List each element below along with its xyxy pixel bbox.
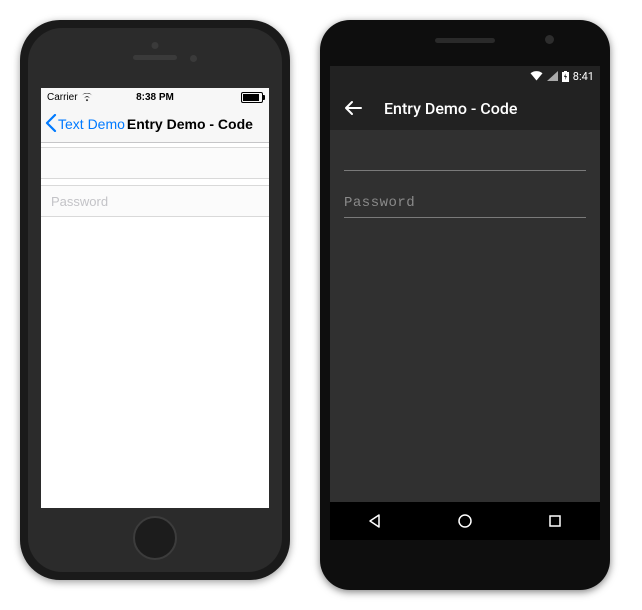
back-button[interactable] bbox=[344, 99, 362, 117]
chevron-left-icon bbox=[45, 114, 57, 135]
text-entry-input[interactable] bbox=[49, 155, 261, 172]
page-title: Entry Demo - Code bbox=[127, 116, 253, 132]
ios-nav-bar: Text Demo Entry Demo - Code bbox=[41, 106, 269, 143]
nav-back-button[interactable] bbox=[366, 512, 384, 530]
page-title: Entry Demo - Code bbox=[384, 99, 517, 118]
android-speaker bbox=[435, 38, 495, 43]
android-device-frame: 8:41 Entry Demo - Code bbox=[320, 20, 610, 590]
android-screen: 8:41 Entry Demo - Code bbox=[330, 66, 600, 540]
iphone-sensor bbox=[152, 42, 159, 49]
entry-row bbox=[41, 147, 269, 179]
android-app-bar: Entry Demo - Code bbox=[330, 86, 600, 130]
home-button[interactable] bbox=[133, 516, 177, 560]
triangle-back-icon bbox=[367, 513, 383, 529]
iphone-inner-frame: Carrier 8:38 PM Text Demo bbox=[28, 28, 282, 572]
battery-icon bbox=[241, 92, 263, 103]
android-content bbox=[330, 130, 600, 248]
ios-status-bar: Carrier 8:38 PM bbox=[41, 88, 269, 106]
back-label: Text Demo bbox=[58, 116, 125, 132]
signal-icon bbox=[547, 71, 558, 81]
nav-home-button[interactable] bbox=[456, 512, 474, 530]
ios-screen: Carrier 8:38 PM Text Demo bbox=[41, 88, 269, 508]
android-status-bar: 8:41 bbox=[330, 66, 600, 86]
entry-row bbox=[344, 142, 586, 171]
android-clock: 8:41 bbox=[573, 70, 594, 83]
password-row bbox=[344, 189, 586, 218]
wifi-icon bbox=[81, 93, 93, 102]
ios-carrier-label: Carrier bbox=[47, 92, 78, 103]
iphone-camera bbox=[190, 55, 197, 62]
arrow-left-icon bbox=[344, 99, 362, 117]
circle-home-icon bbox=[457, 513, 473, 529]
ios-content bbox=[41, 143, 269, 217]
iphone-speaker bbox=[133, 55, 177, 60]
text-entry-input[interactable] bbox=[344, 142, 586, 171]
android-camera bbox=[545, 35, 554, 44]
square-recent-icon bbox=[547, 513, 563, 529]
back-button[interactable]: Text Demo bbox=[45, 114, 125, 135]
iphone-device-frame: Carrier 8:38 PM Text Demo bbox=[20, 20, 290, 580]
wifi-icon bbox=[530, 71, 543, 81]
android-nav-bar bbox=[330, 502, 600, 540]
password-input[interactable] bbox=[344, 189, 586, 218]
password-row bbox=[41, 185, 269, 217]
password-input[interactable] bbox=[49, 193, 261, 210]
battery-icon bbox=[562, 71, 569, 82]
nav-recent-button[interactable] bbox=[546, 512, 564, 530]
